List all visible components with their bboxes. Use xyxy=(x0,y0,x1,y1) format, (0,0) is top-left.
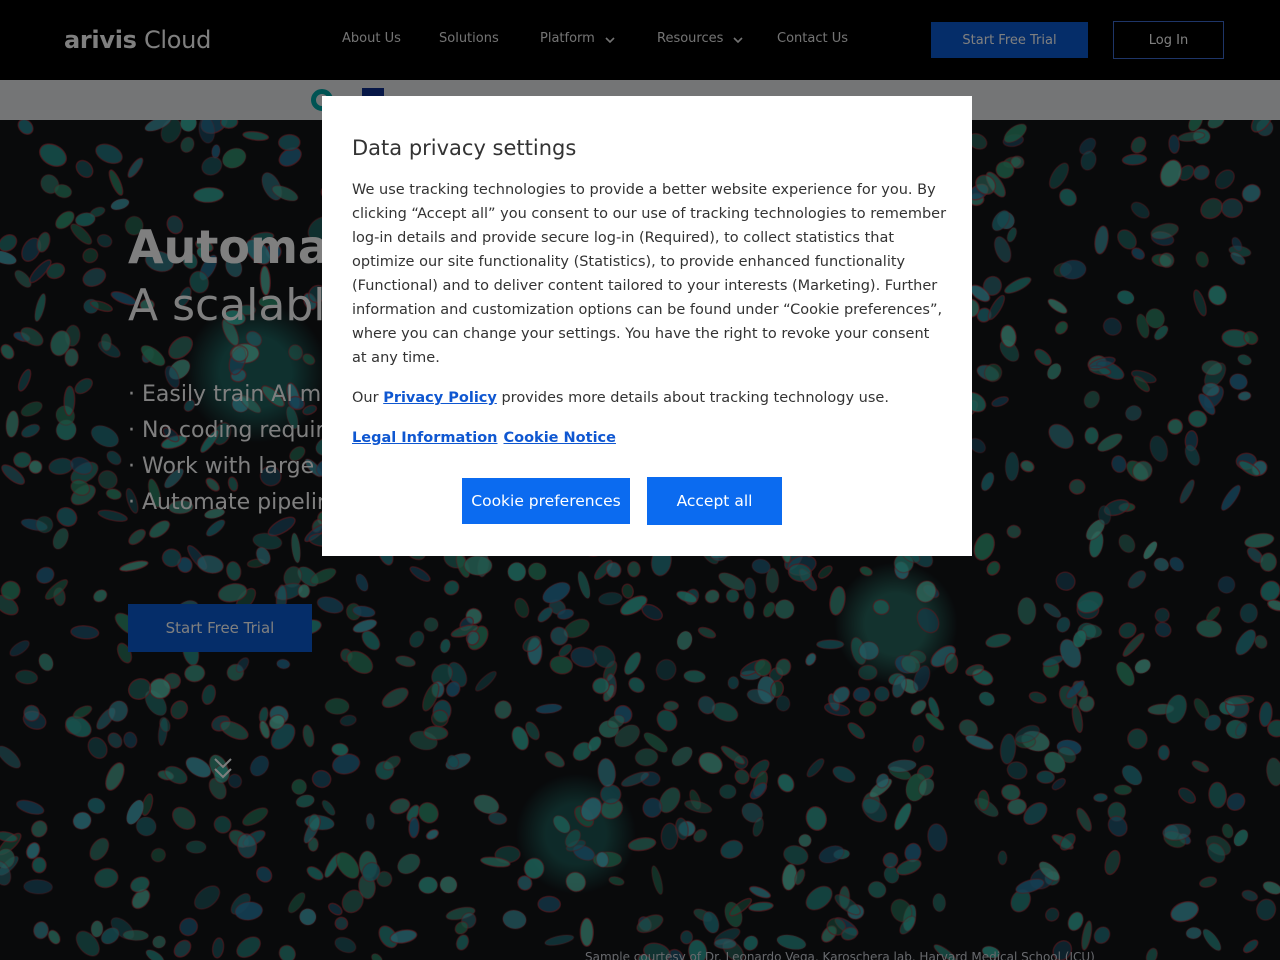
accept-all-button[interactable]: Accept all xyxy=(647,477,782,525)
privacy-policy-link[interactable]: Privacy Policy xyxy=(383,390,497,406)
privacy-settings-dialog: Data privacy settings We use tracking te… xyxy=(322,96,972,556)
legal-links: Legal Information Cookie Notice xyxy=(352,426,622,450)
dialog-body-text: We use tracking technologies to provide … xyxy=(352,182,947,366)
privacy-policy-text: Our Privacy Policy provides more details… xyxy=(352,390,889,406)
cookie-notice-link[interactable]: Cookie Notice xyxy=(503,430,616,446)
cookie-preferences-button[interactable]: Cookie preferences xyxy=(462,478,630,524)
legal-information-link[interactable]: Legal Information xyxy=(352,430,497,446)
dialog-title: Data privacy settings xyxy=(352,136,577,160)
